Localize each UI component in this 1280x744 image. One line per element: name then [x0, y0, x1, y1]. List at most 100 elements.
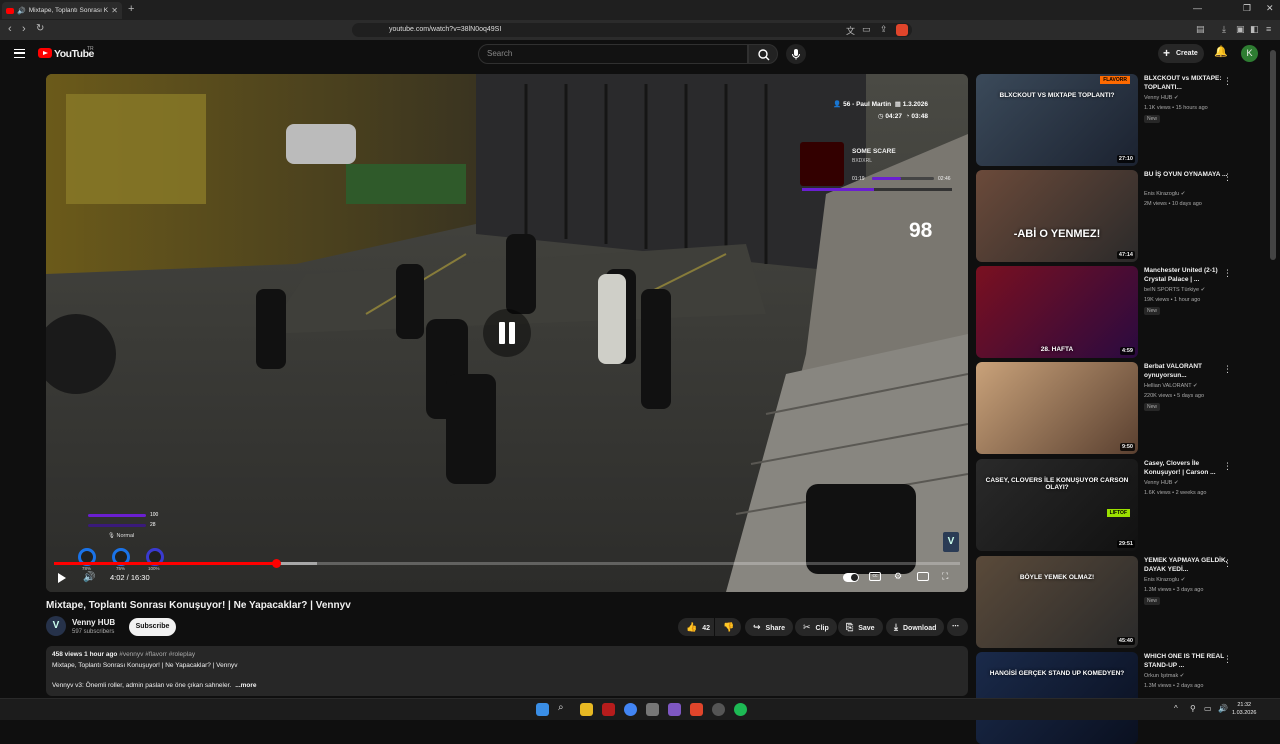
video-player[interactable]: 👤 56 - Paul Martin ▦ 1.3.2026 ◷ 04:27 ◔ …	[46, 74, 968, 592]
recommendation-thumbnail[interactable]: 9:50	[976, 362, 1138, 454]
more-options-icon[interactable]: ⋮	[1223, 461, 1232, 472]
spotify-icon[interactable]	[734, 703, 747, 716]
taskbar-search-icon[interactable]: ⌕	[558, 702, 564, 713]
page-scrollbar[interactable]	[1270, 50, 1276, 260]
search-button[interactable]	[748, 44, 778, 64]
address-bar[interactable]: youtube.com/watch?v=38lN0oq49SI	[352, 23, 912, 37]
channel-avatar[interactable]: V	[46, 616, 66, 636]
more-options-icon[interactable]: ⋮	[1223, 172, 1232, 183]
back-icon[interactable]: ‹	[8, 23, 12, 35]
new-tab-icon[interactable]: +	[128, 3, 134, 15]
share-button[interactable]: ↪ Share	[745, 618, 794, 636]
panel-icon[interactable]: ◧	[1250, 24, 1259, 35]
recommendation-title[interactable]: WHICH ONE IS THE REAL STAND-UP ...	[1144, 652, 1230, 670]
sidebar-icon[interactable]: ▤	[1196, 24, 1205, 35]
recommendation-thumbnail[interactable]: CASEY, CLOVERS İLE KONUŞUYOR CARSON OLAY…	[976, 459, 1138, 551]
recommendation-thumbnail[interactable]: -ABİ O YENMEZ! 47:14	[976, 170, 1138, 262]
channel-watermark-icon[interactable]: V	[943, 532, 959, 552]
recommendation-title[interactable]: YEMEK YAPMAYA GELDİK, DAYAK YEDİ...	[1144, 556, 1230, 574]
recommendation-thumbnail[interactable]: BÖYLE YEMEK OLMAZ! 45:40	[976, 556, 1138, 648]
recommendation-channel[interactable]: Venny HUB ✔	[1144, 95, 1179, 101]
more-options-icon[interactable]: ⋮	[1223, 76, 1232, 87]
download-icon[interactable]: ⤓	[1222, 24, 1226, 35]
recommendation-thumbnail[interactable]: 28. HAFTA 4:59	[976, 266, 1138, 358]
more-options-icon[interactable]: ⋮	[1223, 558, 1232, 569]
forward-icon[interactable]: ›	[22, 23, 26, 35]
taskbar-clock[interactable]: 21:32 1.03.2026	[1232, 701, 1256, 717]
dislike-button[interactable]: 👎	[715, 618, 741, 636]
search-input[interactable]: Search	[478, 44, 748, 64]
brave-icon[interactable]	[690, 703, 703, 716]
like-button[interactable]: 👍 42	[678, 618, 714, 636]
pause-overlay-icon[interactable]	[483, 309, 531, 357]
recommendation-title[interactable]: Manchester United (2-1) Crystal Palace |…	[1144, 266, 1230, 284]
tray-usb-icon[interactable]: ⚲	[1190, 704, 1196, 713]
share-page-icon[interactable]: ⇪	[880, 24, 888, 35]
reload-icon[interactable]: ↻	[36, 23, 44, 34]
recommendation-card[interactable]: 9:50 Berbat VALORANT oynuyorsun... Hellian…	[976, 362, 1266, 454]
recommendation-channel[interactable]: Enis Kirazoglu ✔	[1144, 577, 1185, 583]
more-actions-button[interactable]: ⋯	[947, 618, 968, 636]
maximize-icon[interactable]: ❐	[1243, 3, 1251, 14]
recommendation-channel[interactable]: Hellian VALORANT ✔	[1144, 383, 1198, 389]
voice-search-button[interactable]	[786, 44, 806, 64]
recommendation-title[interactable]: Berbat VALORANT oynuyorsun...	[1144, 362, 1230, 380]
wallet-icon[interactable]: ▣	[1236, 24, 1245, 35]
file-explorer-icon[interactable]	[580, 703, 593, 716]
recommendation-card[interactable]: BÖYLE YEMEK OLMAZ! 45:40 YEMEK YAPMAYA GEL…	[976, 556, 1266, 648]
show-more-link[interactable]: ...more	[235, 682, 256, 689]
recommendation-title[interactable]: Casey, Clovers İle Konuşuyor! | Carson .…	[1144, 459, 1230, 477]
volume-icon[interactable]: 🔊	[83, 572, 95, 583]
recommendation-card[interactable]: BLXCKOUT VS MIXTAPE TOPLANTI? FLAVORR 27:1…	[976, 74, 1266, 166]
subtitles-icon[interactable]: cc	[869, 572, 881, 581]
recommendation-title[interactable]: BLXCKOUT vs MIXTAPE: TOPLANTI...	[1144, 74, 1230, 92]
speaker-icon[interactable]: 🔊	[17, 7, 26, 15]
minimize-icon[interactable]: —	[1193, 3, 1202, 13]
more-options-icon[interactable]: ⋮	[1223, 654, 1232, 665]
subscribe-button[interactable]: Subscribe	[129, 618, 176, 636]
acrobat-icon[interactable]	[602, 703, 615, 716]
cast-icon[interactable]: ▭	[862, 24, 871, 35]
tray-network-icon[interactable]: ▭	[1204, 704, 1212, 713]
video-progress-bar[interactable]	[54, 559, 960, 568]
recommendation-card[interactable]: -ABİ O YENMEZ! 47:14 BU İŞ OYUN OYNAMAYA .…	[976, 170, 1266, 262]
chrome-icon[interactable]	[624, 703, 637, 716]
save-button[interactable]: ⎘ Save	[838, 618, 883, 636]
miniplayer-icon[interactable]	[917, 572, 929, 581]
recommendation-channel[interactable]: Orkun Işıtmak ✔	[1144, 673, 1184, 679]
recommendation-channel[interactable]: beIN SPORTS Türkiye ✔	[1144, 287, 1205, 293]
more-options-icon[interactable]: ⋮	[1223, 268, 1232, 279]
hashtags[interactable]: #vennyv #flavorr #roleplay	[119, 651, 195, 658]
close-window-icon[interactable]: ✕	[1266, 3, 1274, 14]
browser-tab[interactable]: 🔊 Mixtape, Toplantı Sonrası Ko ✕	[2, 2, 122, 19]
hamburger-menu-icon[interactable]	[14, 49, 25, 58]
play-icon[interactable]	[58, 573, 66, 583]
tray-chevron-icon[interactable]: ^	[1174, 704, 1178, 713]
clip-button[interactable]: ✂ Clip	[795, 618, 837, 636]
brave-shield-icon[interactable]	[896, 24, 908, 36]
notifications-bell-icon[interactable]: 🔔	[1214, 45, 1228, 58]
settings-gear-icon[interactable]: ⚙	[894, 571, 902, 582]
app-icon[interactable]	[646, 703, 659, 716]
recommendation-title[interactable]: BU İŞ OYUN OYNAMAYA ...	[1144, 170, 1230, 179]
recommendation-card[interactable]: 28. HAFTA 4:59 Manchester United (2-1) Cry…	[976, 266, 1266, 358]
menu-icon[interactable]: ≡	[1266, 24, 1271, 34]
more-options-icon[interactable]: ⋮	[1223, 364, 1232, 375]
close-tab-icon[interactable]: ✕	[111, 6, 118, 15]
youtube-logo-icon[interactable]	[38, 48, 52, 58]
scrubber-handle[interactable]	[271, 559, 281, 568]
autoplay-toggle[interactable]	[843, 573, 859, 582]
tray-volume-icon[interactable]: 🔊	[1218, 704, 1228, 713]
recommendation-thumbnail[interactable]: BLXCKOUT VS MIXTAPE TOPLANTI? FLAVORR 27:1…	[976, 74, 1138, 166]
translate-icon[interactable]: 文	[846, 24, 855, 37]
recommendation-channel[interactable]: Enis Kirazoglu ✔	[1144, 191, 1185, 197]
download-button[interactable]: ⤓ Download	[886, 618, 945, 636]
start-icon[interactable]	[536, 703, 549, 716]
recommendation-card[interactable]: CASEY, CLOVERS İLE KONUŞUYOR CARSON OLAY…	[976, 459, 1266, 551]
create-button[interactable]: + Create	[1158, 44, 1204, 63]
account-avatar[interactable]: K	[1241, 45, 1258, 62]
messenger-icon[interactable]	[668, 703, 681, 716]
recommendation-channel[interactable]: Venny HUB ✔	[1144, 480, 1179, 486]
channel-name[interactable]: Venny HUB	[72, 618, 115, 627]
fullscreen-icon[interactable]: ⛶	[942, 571, 948, 582]
